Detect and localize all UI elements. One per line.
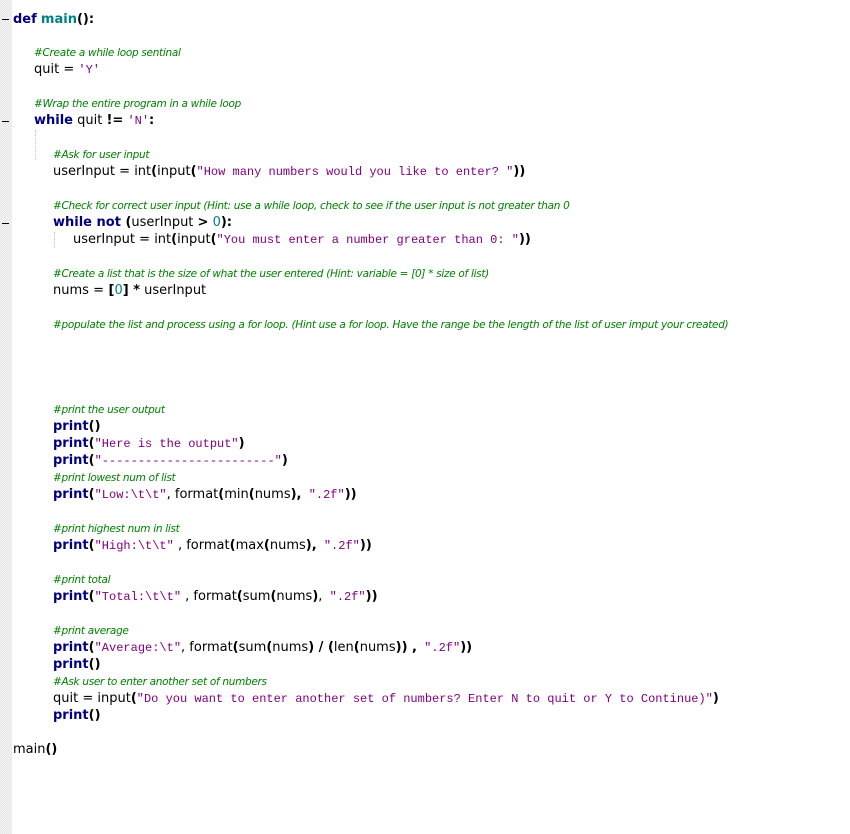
code-comment: #print highest num in list <box>53 523 180 535</box>
code-line-while: while not (userInput > 0): <box>53 215 232 230</box>
code-line: print("Here is the output") <box>53 436 245 451</box>
code-comment: #print average <box>53 625 129 637</box>
editor-gutter <box>0 0 12 834</box>
code-line: print("------------------------") <box>53 453 288 468</box>
code-comment: #print the user output <box>53 404 165 416</box>
code-comment: #populate the list and process using a f… <box>53 319 729 331</box>
code-comment: #Create a while loop sentinal <box>34 47 181 59</box>
code-comment: #print lowest num of list <box>53 472 176 484</box>
code-comment: #Check for correct user input (Hint: use… <box>53 200 570 212</box>
code-line: quit = input("Do you want to enter anoth… <box>53 691 719 706</box>
code-line: print("Average:\t", format(sum(nums) / (… <box>53 640 473 655</box>
code-comment: #Wrap the entire program in a while loop <box>34 98 241 110</box>
code-comment: #Create a list that is the size of what … <box>53 268 489 280</box>
code-comment: #Ask user to enter another set of number… <box>53 676 267 688</box>
indent-guide <box>35 130 36 160</box>
code-line: print("Low:\t\t", format(min(nums), ".2f… <box>53 487 357 502</box>
code-comment: #Ask for user input <box>53 149 150 161</box>
fold-marker-icon[interactable] <box>2 121 9 122</box>
code-comment: #print total <box>53 574 111 586</box>
code-line-main-call: main() <box>13 742 58 757</box>
code-line: nums = [0] * userInput <box>53 283 207 298</box>
code-line: print() <box>53 708 101 723</box>
code-line: userInput = int(input("You must enter a … <box>73 232 531 247</box>
indent-guide <box>54 232 55 248</box>
fold-marker-icon[interactable] <box>2 19 9 20</box>
code-line: print("High:\t\t" , format(max(nums), ".… <box>53 538 372 553</box>
code-line-while: while quit != 'N': <box>34 113 155 128</box>
code-line-def-main: def main(): <box>13 12 95 27</box>
fold-marker-icon[interactable] <box>2 223 9 224</box>
code-line: print("Total:\t\t" , format(sum(nums), "… <box>53 589 378 604</box>
code-line: print() <box>53 657 101 672</box>
code-line: userInput = int(input("How many numbers … <box>53 164 526 179</box>
code-line: quit = 'Y' <box>34 62 100 77</box>
code-editor[interactable]: def main(): #Create a while loop sentina… <box>12 0 850 834</box>
code-line: print() <box>53 419 101 434</box>
